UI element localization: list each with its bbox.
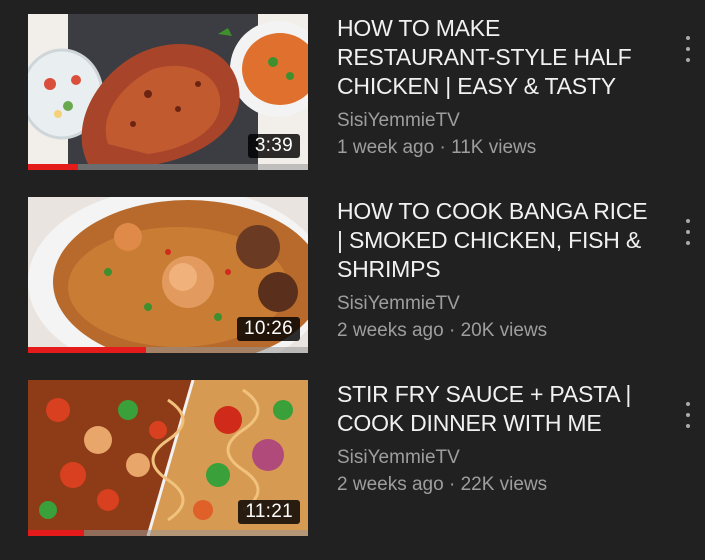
watch-progress-fill bbox=[28, 530, 84, 536]
video-list: 3:39 HOW TO MAKE RESTAURANT-STYLE HALF C… bbox=[0, 0, 705, 560]
watch-progress-bar bbox=[28, 347, 308, 353]
video-duration: 11:21 bbox=[238, 500, 300, 524]
video-stats: 2 weeks ago · 22K views bbox=[337, 474, 548, 495]
video-title[interactable]: HOW TO MAKE RESTAURANT-STYLE HALF CHICKE… bbox=[337, 14, 657, 101]
video-meta: HOW TO MAKE RESTAURANT-STYLE HALF CHICKE… bbox=[337, 14, 657, 161]
watch-progress-fill bbox=[28, 347, 146, 353]
video-title[interactable]: HOW TO COOK BANGA RICE | SMOKED CHICKEN,… bbox=[337, 197, 657, 284]
video-title[interactable]: STIR FRY SAUCE + PASTA | COOK DINNER WIT… bbox=[337, 380, 657, 438]
video-duration: 10:26 bbox=[236, 317, 300, 341]
video-thumbnail[interactable]: 3:39 bbox=[28, 14, 308, 170]
more-vert-icon[interactable] bbox=[681, 217, 695, 247]
channel-name[interactable]: SisiYemmieTV bbox=[337, 107, 657, 134]
channel-name[interactable]: SisiYemmieTV bbox=[337, 290, 657, 317]
video-duration: 3:39 bbox=[247, 134, 300, 158]
video-item[interactable]: 11:21 STIR FRY SAUCE + PASTA | COOK DINN… bbox=[0, 380, 705, 536]
more-vert-icon[interactable] bbox=[681, 400, 695, 430]
video-thumbnail[interactable]: 10:26 bbox=[28, 197, 308, 353]
watch-progress-bar bbox=[28, 530, 308, 536]
video-item[interactable]: 3:39 HOW TO MAKE RESTAURANT-STYLE HALF C… bbox=[0, 14, 705, 170]
video-item[interactable]: 10:26 HOW TO COOK BANGA RICE | SMOKED CH… bbox=[0, 197, 705, 353]
watch-progress-bar bbox=[28, 164, 308, 170]
video-meta: STIR FRY SAUCE + PASTA | COOK DINNER WIT… bbox=[337, 380, 657, 498]
video-thumbnail[interactable]: 11:21 bbox=[28, 380, 308, 536]
video-meta: HOW TO COOK BANGA RICE | SMOKED CHICKEN,… bbox=[337, 197, 657, 344]
video-stats: 2 weeks ago · 20K views bbox=[337, 320, 548, 341]
watch-progress-fill bbox=[28, 164, 79, 170]
channel-name[interactable]: SisiYemmieTV bbox=[337, 444, 657, 471]
video-stats: 1 week ago · 11K views bbox=[337, 137, 537, 158]
more-vert-icon[interactable] bbox=[681, 34, 695, 64]
